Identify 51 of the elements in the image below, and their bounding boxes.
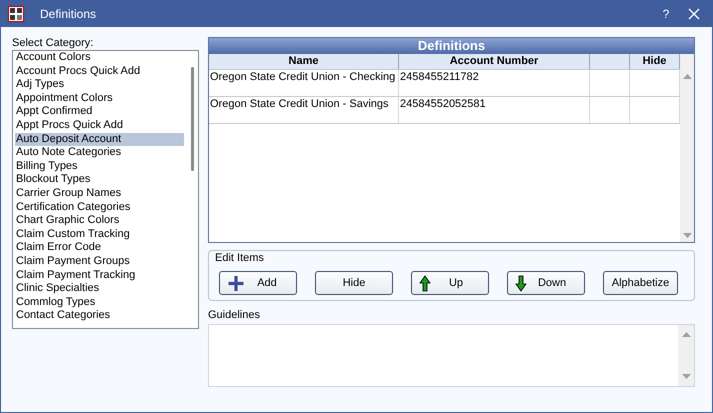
category-item[interactable]: Claim Error Code	[15, 241, 184, 255]
scrollbar[interactable]	[680, 54, 694, 242]
plus-icon	[227, 276, 245, 290]
scroll-down-icon[interactable]	[682, 233, 692, 238]
column-header: Account Number	[399, 54, 590, 69]
table-cell: Oregon State Credit Union - Checking	[209, 70, 399, 96]
category-item[interactable]: Clinic Specialties	[15, 282, 184, 296]
category-item[interactable]: Account Procs Quick Add	[15, 64, 184, 78]
close-icon[interactable]	[688, 8, 700, 20]
scroll-down-icon[interactable]	[682, 374, 690, 379]
category-item[interactable]: Chart Graphic Colors	[15, 214, 184, 228]
up-arrow-icon	[419, 274, 431, 292]
grid-title: Definitions	[209, 38, 694, 54]
table-cell: 2458455211782	[399, 70, 590, 96]
edit-button[interactable]: Add	[219, 271, 297, 295]
column-header: Name	[209, 54, 399, 69]
field-label: Select Category:	[12, 37, 94, 50]
category-item[interactable]: Certification Categories	[15, 200, 184, 214]
category-item[interactable]: Blockout Types	[15, 173, 184, 187]
category-list[interactable]	[12, 50, 199, 329]
scroll-up-icon[interactable]	[682, 332, 690, 337]
category-item[interactable]: Auto Note Categories	[15, 146, 184, 160]
edit-button[interactable]: Up	[411, 271, 489, 295]
table-cell: Oregon State Credit Union - Savings	[209, 97, 399, 123]
category-item[interactable]: Billing Types	[15, 160, 184, 174]
category-item[interactable]: Appt Confirmed	[15, 105, 184, 119]
down-arrow-icon	[515, 274, 527, 292]
edit-button[interactable]: Alphabetize	[603, 271, 678, 295]
grid-icon	[8, 6, 24, 22]
category-item[interactable]: Appt Procs Quick Add	[15, 118, 184, 133]
scrollbar[interactable]	[678, 325, 694, 386]
edit-button[interactable]: Hide	[315, 271, 393, 295]
category-item[interactable]: Account Colors	[15, 51, 184, 65]
table-cell: 24584552052581	[399, 97, 590, 123]
help-button[interactable]: ?	[656, 5, 676, 23]
category-item[interactable]: Appointment Colors	[15, 92, 184, 106]
category-item[interactable]: Claim Payment Tracking	[15, 268, 184, 282]
category-item[interactable]: Carrier Group Names	[15, 186, 184, 201]
category-item[interactable]: Claim Custom Tracking	[15, 228, 184, 242]
category-item[interactable]: Commlog Types	[15, 296, 184, 310]
category-item[interactable]: Contact Categories	[15, 309, 184, 323]
field-label: Guidelines	[208, 309, 260, 322]
edit-button[interactable]: Down	[507, 271, 585, 295]
category-item[interactable]: Adj Types	[15, 78, 184, 92]
category-item[interactable]: Claim Payment Groups	[15, 254, 184, 268]
scroll-up-icon[interactable]	[682, 74, 692, 79]
guidelines-field[interactable]	[208, 324, 695, 387]
category-item[interactable]: Auto Deposit Account	[15, 132, 184, 146]
scrollbar-thumb[interactable]	[191, 67, 194, 171]
group-label: Edit Items	[215, 252, 264, 265]
window-title: Definitions	[40, 6, 96, 23]
